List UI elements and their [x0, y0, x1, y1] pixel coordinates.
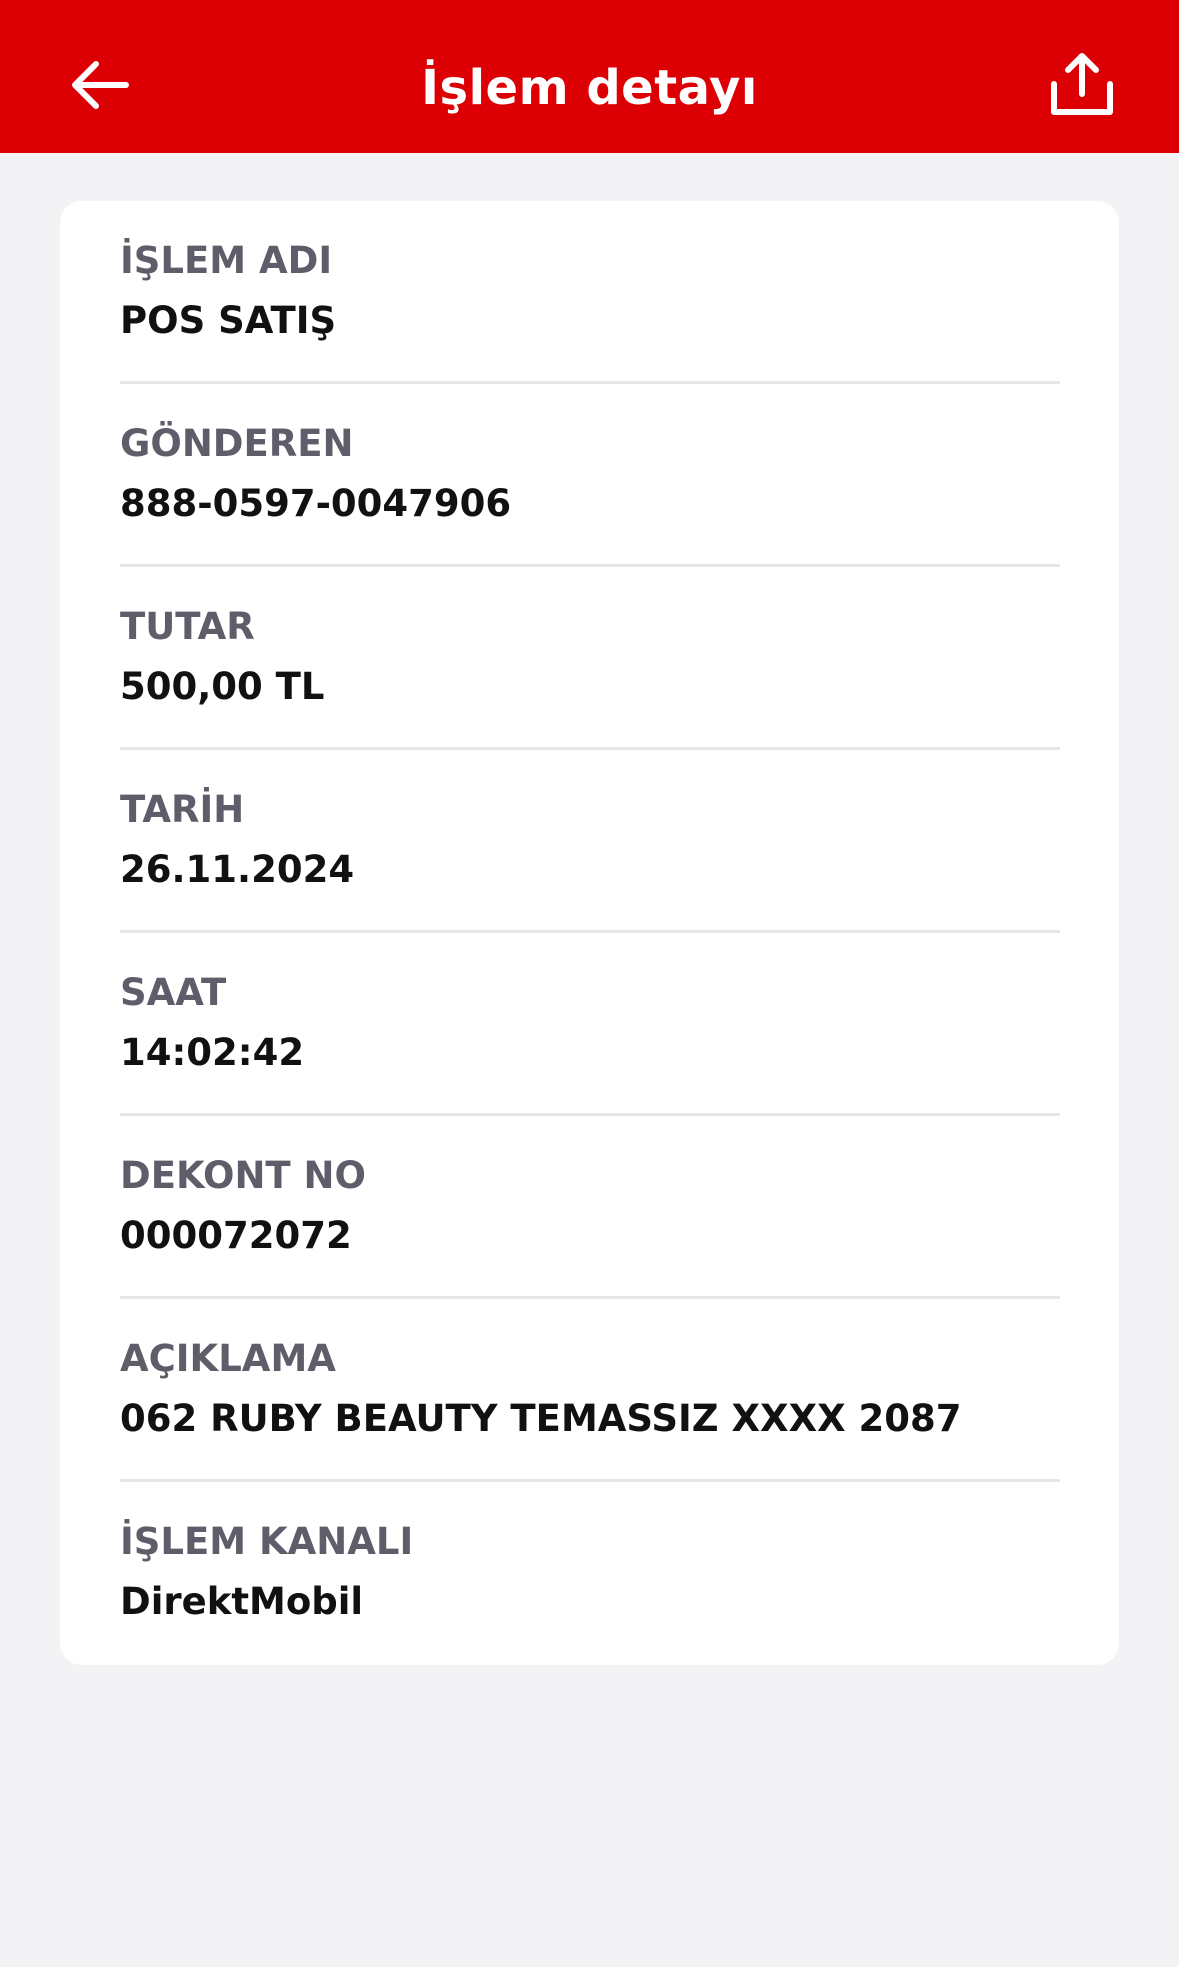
- detail-row-time: SAAT 14:02:42: [120, 933, 1060, 1116]
- detail-label: İŞLEM ADI: [120, 239, 333, 282]
- detail-row-transaction-name: İŞLEM ADI POS SATIŞ: [120, 201, 1060, 384]
- detail-row-description: AÇIKLAMA 062 RUBY BEAUTY TEMASSIZ XXXX 2…: [120, 1299, 1060, 1482]
- share-upload-icon: [1051, 53, 1113, 115]
- detail-label: GÖNDEREN: [120, 422, 354, 465]
- transaction-detail-card: İŞLEM ADI POS SATIŞ GÖNDEREN 888-0597-00…: [60, 201, 1119, 1665]
- detail-label: AÇIKLAMA: [120, 1337, 336, 1380]
- detail-value: 062 RUBY BEAUTY TEMASSIZ XXXX 2087: [120, 1397, 962, 1440]
- detail-value: 500,00 TL: [120, 665, 325, 708]
- detail-value: DirektMobil: [120, 1580, 364, 1623]
- detail-value: 26.11.2024: [120, 848, 355, 891]
- detail-value: 888-0597-0047906: [120, 482, 512, 525]
- detail-value: POS SATIŞ: [120, 299, 337, 342]
- detail-label: SAAT: [120, 971, 227, 1014]
- detail-row-sender: GÖNDEREN 888-0597-0047906: [120, 384, 1060, 567]
- detail-value: 000072072: [120, 1214, 352, 1257]
- detail-label: TUTAR: [120, 605, 255, 648]
- page-title: İşlem detayı: [421, 60, 758, 116]
- app-header: İşlem detayı: [0, 0, 1179, 153]
- detail-row-date: TARİH 26.11.2024: [120, 750, 1060, 933]
- share-button[interactable]: [1046, 50, 1118, 122]
- detail-label: İŞLEM KANALI: [120, 1520, 414, 1563]
- detail-row-receipt-number: DEKONT NO 000072072: [120, 1116, 1060, 1299]
- detail-label: TARİH: [120, 788, 245, 831]
- detail-value: 14:02:42: [120, 1031, 305, 1074]
- detail-row-amount: TUTAR 500,00 TL: [120, 567, 1060, 750]
- detail-label: DEKONT NO: [120, 1154, 366, 1197]
- detail-row-channel: İŞLEM KANALI DirektMobil: [120, 1482, 1060, 1665]
